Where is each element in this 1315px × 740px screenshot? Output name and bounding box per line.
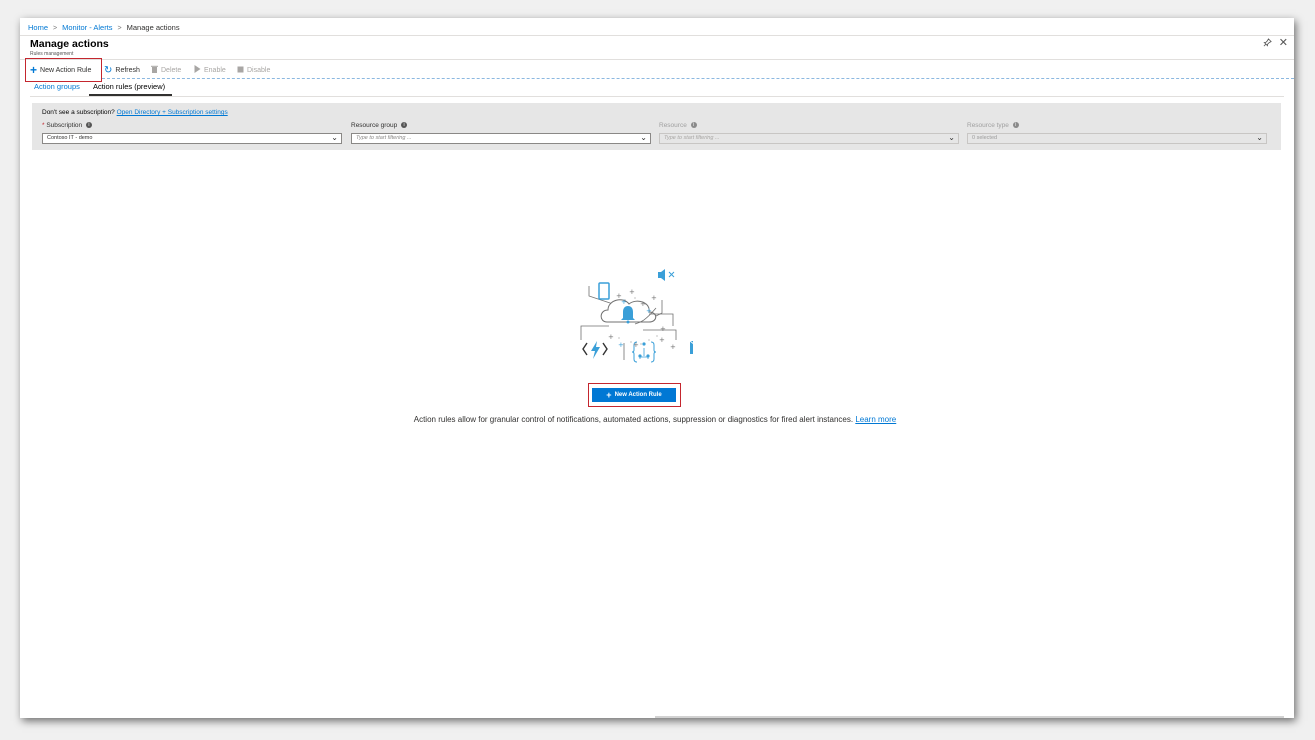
- breadcrumb-home[interactable]: Home: [28, 23, 48, 32]
- resource-group-placeholder: Type to start filtering ...: [356, 135, 412, 141]
- manage-actions-blade: Home > Monitor - Alerts > Manage actions Man…: [20, 18, 1294, 718]
- bell-cloud-illustration: + ++ ++ + + ++ +++: [580, 269, 693, 363]
- subscription-value: Contoso IT - demo: [47, 135, 93, 141]
- subscription-label: * Subscription i: [42, 122, 92, 129]
- breadcrumb-monitor-alerts[interactable]: Monitor - Alerts: [62, 23, 112, 32]
- empty-state-description: Action rules allow for granular control …: [400, 414, 910, 425]
- resource-dropdown[interactable]: Type to start filtering ... ⌄: [659, 133, 959, 144]
- chevron-down-icon: ⌄: [331, 133, 338, 142]
- breadcrumb-current: Manage actions: [126, 23, 180, 32]
- divider: [20, 59, 1294, 60]
- resource-type-value: 0 selected: [972, 135, 998, 141]
- svg-text:+: +: [633, 341, 639, 349]
- enable-label: Enable: [204, 66, 226, 74]
- info-icon[interactable]: i: [1012, 122, 1019, 129]
- svg-text:+: +: [659, 336, 665, 344]
- svg-text:+: +: [670, 343, 676, 351]
- subscription-dropdown[interactable]: Contoso IT - demo ⌄: [42, 133, 342, 144]
- refresh-button[interactable]: ↻ Refresh: [104, 62, 140, 78]
- disable-button[interactable]: Disable: [237, 62, 270, 78]
- info-icon[interactable]: i: [690, 122, 697, 129]
- divider: [30, 96, 1284, 97]
- resource-group-label: Resource group i: [351, 122, 408, 129]
- resource-group-dropdown[interactable]: Type to start filtering ... ⌄: [351, 133, 651, 144]
- close-icon[interactable]: ✕: [1279, 36, 1288, 49]
- chevron-right-icon: >: [53, 25, 58, 32]
- subscription-hint-text: Don't see a subscription?: [42, 109, 115, 116]
- resource-type-label-text: Resource type: [967, 122, 1009, 129]
- page-title: Manage actions: [30, 38, 109, 50]
- play-icon: [194, 65, 201, 75]
- required-marker: *: [42, 122, 45, 129]
- svg-text:+: +: [618, 341, 624, 349]
- resource-placeholder: Type to start filtering ...: [664, 135, 720, 141]
- description-text: Action rules allow for granular control …: [413, 415, 854, 424]
- pin-icon[interactable]: [1263, 38, 1272, 49]
- svg-text:+: +: [660, 325, 666, 333]
- svg-text:+: +: [646, 307, 652, 315]
- plus-icon: +: [606, 390, 612, 400]
- chevron-down-icon: ⌄: [640, 133, 647, 142]
- breadcrumb: Home > Monitor - Alerts > Manage actions: [28, 23, 180, 32]
- info-icon[interactable]: i: [401, 122, 408, 129]
- filter-bar: Don't see a subscription? Open Directory…: [32, 103, 1281, 150]
- svg-text:+: +: [651, 294, 657, 302]
- tab-action-rules[interactable]: Action rules (preview): [93, 82, 165, 91]
- new-action-rule-primary-label: New Action Rule: [614, 392, 662, 398]
- subscription-hint: Don't see a subscription? Open Directory…: [42, 109, 228, 116]
- tab-action-groups[interactable]: Action groups: [34, 82, 80, 91]
- chevron-down-icon: ⌄: [1256, 133, 1263, 142]
- subscription-label-text: Subscription: [46, 122, 83, 129]
- page-subtitle: Rules management: [30, 51, 74, 57]
- svg-text:+: +: [629, 288, 635, 296]
- new-action-rule-primary-button[interactable]: + New Action Rule: [592, 388, 676, 402]
- delete-button[interactable]: Delete: [151, 62, 181, 78]
- toolbar-separator: [102, 78, 1294, 79]
- divider: [20, 35, 1294, 36]
- trash-icon: [151, 65, 158, 75]
- info-icon[interactable]: i: [85, 122, 92, 129]
- stop-icon: [237, 66, 244, 75]
- directory-settings-link[interactable]: Open Directory + Subscription settings: [117, 109, 228, 116]
- resource-type-label: Resource type i: [967, 122, 1019, 129]
- refresh-label: Refresh: [115, 66, 140, 74]
- chevron-down-icon: ⌄: [948, 133, 955, 142]
- resource-group-label-text: Resource group: [351, 122, 398, 129]
- resource-type-dropdown[interactable]: 0 selected ⌄: [967, 133, 1267, 144]
- delete-label: Delete: [161, 66, 182, 74]
- chevron-right-icon: >: [117, 25, 122, 32]
- disable-label: Disable: [247, 66, 271, 74]
- svg-text:+: +: [608, 333, 614, 341]
- horizontal-scrollbar[interactable]: [655, 716, 1284, 718]
- refresh-icon: ↻: [104, 64, 113, 76]
- resource-label-text: Resource: [659, 122, 687, 129]
- enable-button[interactable]: Enable: [194, 62, 226, 78]
- learn-more-link[interactable]: Learn more: [855, 415, 896, 424]
- toolbar: + New Action Rule ↻ Refresh Delete Enabl…: [20, 62, 1294, 78]
- highlight-box: [25, 58, 102, 82]
- resource-label: Resource i: [659, 122, 697, 129]
- svg-text:+: +: [621, 298, 627, 306]
